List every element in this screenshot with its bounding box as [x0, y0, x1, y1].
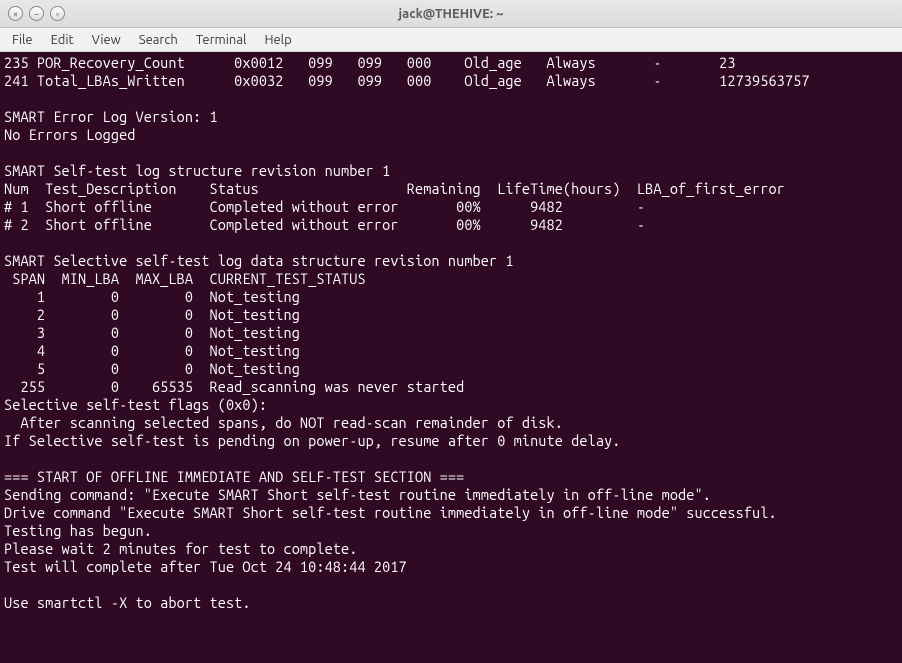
minimize-icon: − — [34, 9, 39, 19]
menu-view[interactable]: View — [84, 31, 129, 49]
menu-help[interactable]: Help — [256, 31, 299, 49]
titlebar: × − ▫ jack@THEHIVE: ~ — [0, 0, 902, 28]
window-controls: × − ▫ — [8, 6, 65, 21]
terminal-output[interactable]: 235 POR_Recovery_Count 0x0012 099 099 00… — [0, 52, 902, 663]
minimize-button[interactable]: − — [29, 6, 44, 21]
menu-terminal[interactable]: Terminal — [188, 31, 255, 49]
menu-file[interactable]: File — [4, 31, 41, 49]
window-title: jack@THEHIVE: ~ — [399, 7, 504, 21]
terminal-window: × − ▫ jack@THEHIVE: ~ File Edit View Sea… — [0, 0, 902, 663]
menu-search[interactable]: Search — [131, 31, 186, 49]
maximize-icon: ▫ — [56, 9, 59, 19]
close-button[interactable]: × — [8, 6, 23, 21]
menubar: File Edit View Search Terminal Help — [0, 28, 902, 52]
maximize-button[interactable]: ▫ — [50, 6, 65, 21]
close-icon: × — [13, 9, 18, 19]
menu-edit[interactable]: Edit — [43, 31, 82, 49]
